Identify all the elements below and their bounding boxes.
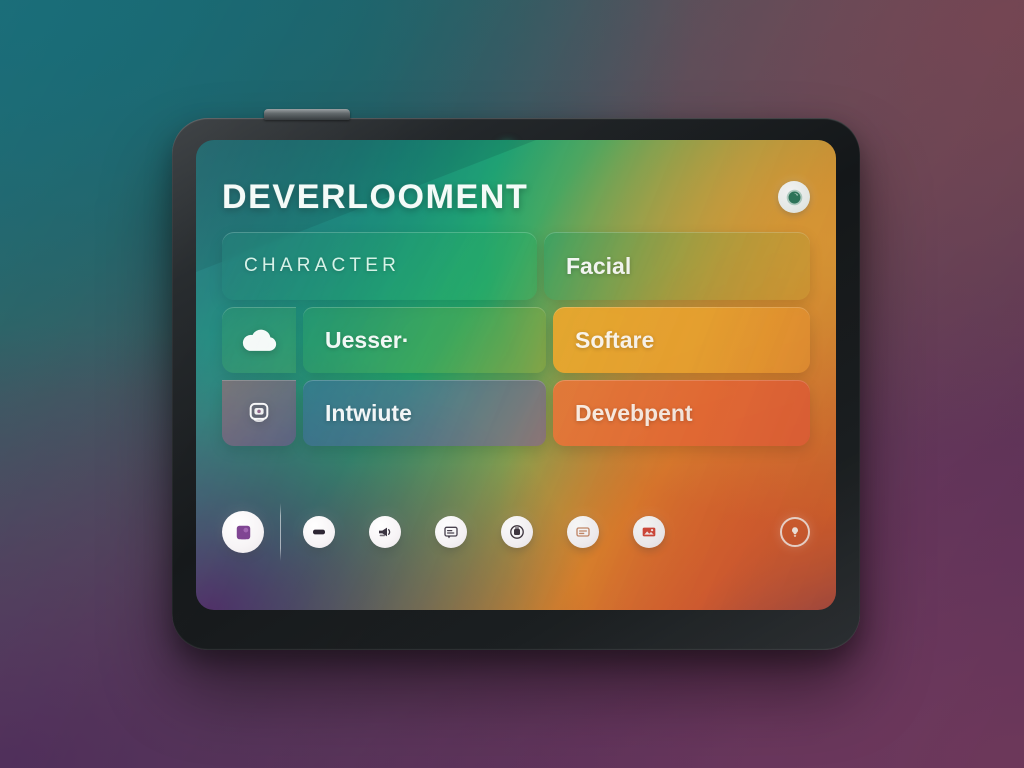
circle-badge-icon bbox=[510, 525, 524, 539]
tile-user[interactable]: Uesser· bbox=[303, 307, 546, 373]
tile-cloud[interactable] bbox=[222, 307, 296, 373]
top-button-nub[interactable] bbox=[264, 109, 350, 120]
dock-item-bulb[interactable] bbox=[780, 517, 810, 547]
photo-card-icon bbox=[642, 527, 656, 537]
bulb-pin-icon bbox=[792, 527, 798, 537]
dock-item-card[interactable] bbox=[435, 516, 467, 548]
cloud-icon bbox=[242, 329, 277, 351]
page-title: DEVERLOOMENT bbox=[222, 177, 529, 216]
tablet-device-frame: DEVERLOOMENT CHARACTER Facial Uesser· So… bbox=[172, 109, 860, 650]
gear-avatar-icon[interactable] bbox=[778, 181, 810, 213]
gear-avatar-glyph bbox=[786, 189, 802, 205]
tablet-screen: DEVERLOOMENT CHARACTER Facial Uesser· So… bbox=[196, 140, 836, 610]
bottom-dock bbox=[222, 468, 810, 610]
dock-item-speaker[interactable] bbox=[369, 516, 401, 548]
wallpaper-background: DEVERLOOMENT CHARACTER Facial Uesser· So… bbox=[0, 0, 1024, 768]
tile-intuitive[interactable]: Intwiute bbox=[303, 380, 546, 446]
tile-row-2: Uesser· Softare bbox=[222, 307, 810, 373]
message-card-icon bbox=[444, 526, 458, 539]
tile-intuitive-label: Intwiute bbox=[325, 399, 412, 426]
dock-item-badge[interactable] bbox=[501, 516, 533, 548]
dock-item-minus[interactable] bbox=[303, 516, 335, 548]
dock-item-photo[interactable] bbox=[633, 516, 665, 548]
dock-divider bbox=[280, 503, 281, 561]
tile-character-label: CHARACTER bbox=[244, 255, 401, 276]
tile-software-label: Softare bbox=[575, 326, 655, 353]
rounded-square-icon bbox=[236, 525, 250, 539]
tile-row-1: CHARACTER Facial bbox=[222, 232, 810, 300]
dock-item-home[interactable] bbox=[222, 511, 264, 553]
text-lines-icon bbox=[576, 527, 590, 537]
app-header: DEVERLOOMENT bbox=[222, 166, 810, 228]
tile-software[interactable]: Softare bbox=[553, 307, 810, 373]
tile-character[interactable]: CHARACTER bbox=[222, 232, 537, 300]
tile-facial[interactable]: Facial bbox=[544, 232, 810, 300]
tile-development[interactable]: Devebpent bbox=[553, 380, 810, 446]
tile-user-label: Uesser· bbox=[325, 326, 410, 353]
megaphone-icon bbox=[379, 527, 391, 537]
dock-item-lines[interactable] bbox=[567, 516, 599, 548]
pill-minus-icon bbox=[313, 529, 325, 535]
tile-development-label: Devebpent bbox=[575, 399, 693, 426]
tile-grid: CHARACTER Facial Uesser· Softare Intwiut… bbox=[222, 232, 810, 446]
tile-robot[interactable] bbox=[222, 380, 296, 446]
tile-facial-label: Facial bbox=[566, 252, 632, 279]
tile-row-3: Intwiute Devebpent bbox=[222, 380, 810, 446]
robot-face-icon bbox=[249, 402, 269, 422]
